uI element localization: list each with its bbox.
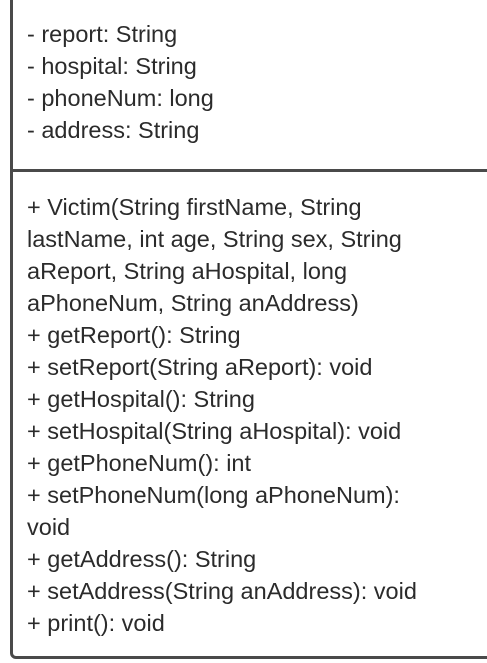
compartment-divider <box>10 169 487 172</box>
method-set-address: + setAddress(String anAddress): void <box>27 578 417 604</box>
method-constructor-line-1: + Victim(String firstName, String <box>27 194 362 220</box>
attribute-phonenum: - phoneNum: long <box>27 85 214 111</box>
attribute-hospital: - hospital: String <box>27 53 197 79</box>
method-get-hospital: + getHospital(): String <box>27 386 255 412</box>
method-constructor-line-2: lastName, int age, String sex, String <box>27 226 402 252</box>
method-constructor-line-4: aPhoneNum, String anAddress) <box>27 290 359 316</box>
attributes-compartment: - report: String - hospital: String - ph… <box>27 18 214 146</box>
attribute-report: - report: String <box>27 21 178 47</box>
method-constructor-line-3: aReport, String aHospital, long <box>27 258 348 284</box>
method-get-phonenum: + getPhoneNum(): int <box>27 450 252 476</box>
methods-compartment: + Victim(String firstName, String lastNa… <box>27 191 477 639</box>
method-set-hospital: + setHospital(String aHospital): void <box>27 418 402 444</box>
attribute-address: - address: String <box>27 117 200 143</box>
method-print: + print(): void <box>27 610 165 636</box>
method-get-report: + getReport(): String <box>27 322 241 348</box>
method-set-phonenum-line-1: + setPhoneNum(long aPhoneNum): <box>27 482 400 508</box>
method-set-report: + setReport(String aReport): void <box>27 354 373 380</box>
method-get-address: + getAddress(): String <box>27 546 257 572</box>
method-set-phonenum-line-2: void <box>27 514 71 540</box>
